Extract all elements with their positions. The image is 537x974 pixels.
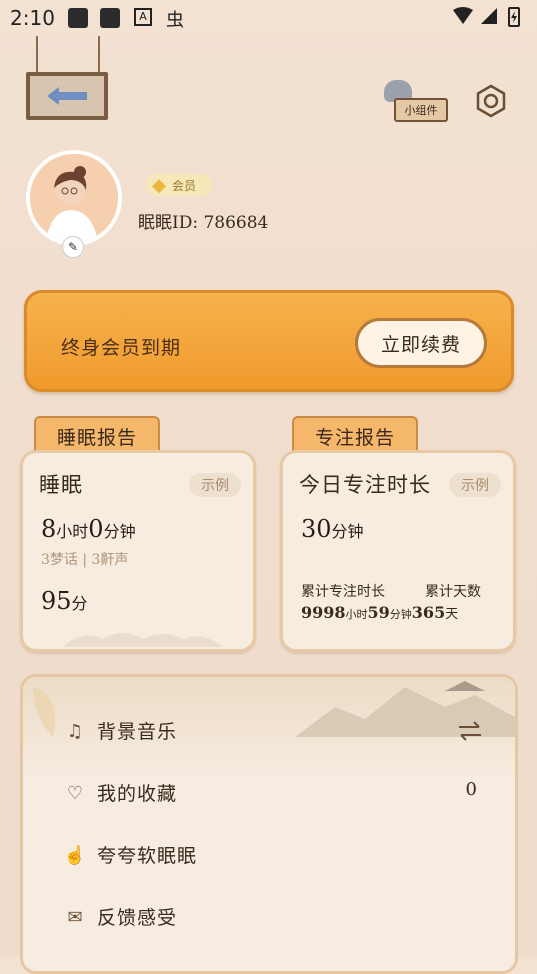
hours-unit: 小时 [56, 522, 89, 541]
thumb-icon: ☝ [63, 844, 87, 866]
cum-minutes-unit: 分钟 [389, 608, 412, 621]
back-button[interactable] [26, 72, 108, 120]
cum-hours: 9998 [301, 603, 346, 622]
avatar-illustration [30, 154, 118, 242]
cumulative-duration-label: 累计专注时长 [301, 584, 385, 600]
sleep-minutes: 0 [88, 515, 104, 543]
sleep-score: 95分 [41, 587, 88, 615]
membership-expiry-text: 终身会员到期 [61, 337, 182, 359]
score-unit: 分 [71, 594, 88, 613]
minutes-unit: 分钟 [103, 522, 136, 541]
focus-report-card[interactable]: 今日专注时长 示例 30分钟 累计专注时长 累计天数 9998小时59分钟365… [280, 450, 516, 652]
sleep-duration: 8小时0分钟 [41, 515, 136, 543]
renew-button[interactable]: 立即续费 [355, 318, 487, 368]
sleep-report-card[interactable]: 睡眠 示例 8小时0分钟 3梦话 | 3鼾声 95分 [20, 450, 256, 652]
user-id: 眠眠ID: 786684 [138, 213, 269, 233]
notification-icon [68, 8, 88, 28]
menu-item-background-music[interactable]: ♫ 背景音乐 [23, 705, 513, 757]
settings-menu: ♫ 背景音乐 ♡ 我的收藏 0 ☝ 夸夸软眠眠 ✉ 反馈感受 [20, 674, 518, 974]
mail-icon: ✉ [67, 906, 83, 928]
widget-label: 小组件 [394, 98, 448, 122]
focus-report-tab[interactable]: 专注报告 [292, 416, 418, 454]
cum-days-unit: 天 [445, 607, 459, 622]
menu-item-feedback[interactable]: ✉ 反馈感受 [23, 891, 513, 943]
back-arrow-icon [47, 87, 87, 105]
swap-icon[interactable] [457, 719, 483, 743]
cumulative-days-label: 累计天数 [425, 584, 481, 600]
notification-icon [100, 8, 120, 28]
bug-icon: 虫 [166, 10, 184, 31]
status-time: 2:10 [10, 6, 55, 30]
membership-banner: 终身会员到期 立即续费 [24, 290, 514, 392]
focus-minutes: 30 [301, 515, 332, 543]
heart-icon: ♡ [66, 782, 84, 804]
cumulative-values: 9998小时59分钟365天 [301, 603, 458, 622]
menu-item-label: 背景音乐 [97, 721, 178, 743]
sleep-report-tab[interactable]: 睡眠报告 [34, 416, 160, 454]
settings-gear-icon[interactable] [474, 84, 508, 118]
music-note-icon: ♫ [66, 720, 84, 742]
vip-label: 会员 [172, 178, 197, 193]
sleep-hours: 8 [41, 515, 57, 543]
status-bar: 2:10 A 虫 [0, 0, 537, 36]
sample-badge: 示例 [189, 473, 241, 497]
focus-card-title: 今日专注时长 [299, 473, 431, 497]
score-value: 95 [41, 587, 72, 615]
menu-item-label: 我的收藏 [97, 783, 178, 805]
cloud-decoration [63, 633, 223, 647]
favorites-count: 0 [465, 779, 477, 800]
minutes-unit: 分钟 [331, 522, 364, 541]
cum-days: 365 [411, 603, 446, 622]
menu-item-label: 反馈感受 [97, 907, 178, 929]
vip-badge: ◆ 会员 [146, 174, 212, 196]
cum-hours-unit: 小时 [345, 608, 368, 621]
sleep-card-title: 睡眠 [39, 473, 83, 497]
hanging-rope [36, 36, 38, 76]
edit-avatar-icon[interactable]: ✎ [62, 236, 84, 258]
sleep-sub-stats: 3梦话 | 3鼾声 [41, 552, 129, 568]
diamond-icon: ◆ [152, 174, 166, 196]
widget-button[interactable]: 小组件 [384, 80, 448, 124]
signal-icon [481, 8, 497, 24]
font-badge-icon: A [134, 8, 152, 26]
cum-minutes: 59 [367, 603, 390, 622]
menu-item-praise[interactable]: ☝ 夸夸软眠眠 [23, 829, 513, 881]
wifi-icon [453, 7, 473, 24]
menu-item-favorites[interactable]: ♡ 我的收藏 0 [23, 767, 513, 819]
hanging-rope [98, 36, 100, 76]
system-status-icons [453, 7, 520, 27]
sample-badge: 示例 [449, 473, 501, 497]
focus-duration: 30分钟 [301, 515, 364, 543]
menu-item-label: 夸夸软眠眠 [97, 845, 198, 867]
avatar[interactable] [26, 150, 122, 246]
